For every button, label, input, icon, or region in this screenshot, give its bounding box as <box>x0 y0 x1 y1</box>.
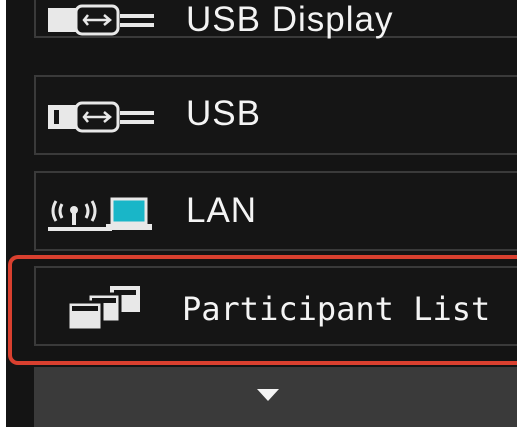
menu-item-label: USB <box>186 94 261 133</box>
menu-item-label: LAN <box>186 191 258 230</box>
menu-item-usb[interactable]: USB <box>34 75 517 155</box>
usb-connector-icon <box>48 101 154 133</box>
menu-item-usb-display[interactable]: USB Display <box>34 0 517 39</box>
source-menu-panel: USB Display USB LAN Participant List <box>6 0 517 427</box>
menu-item-label: Participant List <box>182 290 491 328</box>
scroll-down-button[interactable] <box>34 367 517 427</box>
menu-item-participant-list[interactable]: Participant List <box>34 266 517 346</box>
chevron-down-icon <box>257 389 279 401</box>
wireless-lan-icon <box>48 197 152 231</box>
menu-item-label: USB Display <box>186 0 394 39</box>
usb-connector-icon <box>48 4 154 36</box>
menu-item-lan[interactable]: LAN <box>34 171 517 251</box>
stacked-windows-icon <box>66 286 140 330</box>
